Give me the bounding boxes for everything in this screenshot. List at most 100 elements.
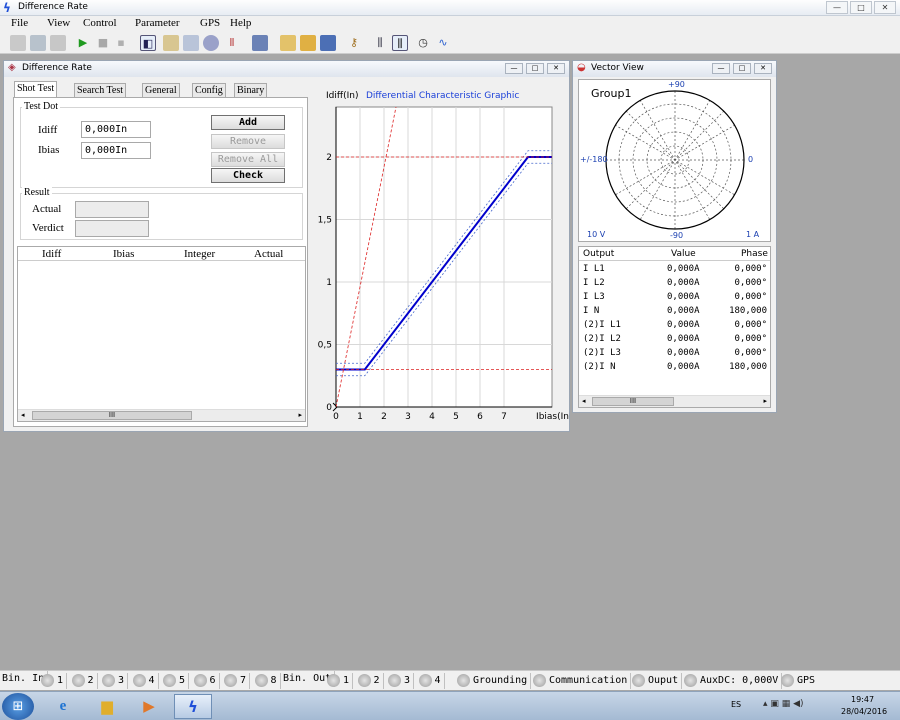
output-row-phase: 0,000° xyxy=(734,320,767,330)
idiff-input[interactable]: 0,000In xyxy=(81,121,151,138)
save-disk-icon[interactable] xyxy=(252,35,268,51)
sine-wave-icon[interactable]: ∿ xyxy=(435,35,451,51)
menu-view[interactable]: View xyxy=(47,17,70,29)
device-icon[interactable] xyxy=(30,35,46,51)
meter-icon[interactable]: Ⅱ xyxy=(224,35,240,51)
key-icon[interactable]: ⚷ xyxy=(346,35,362,51)
tab-shot-test[interactable]: Shot Test xyxy=(14,81,58,97)
probe-icon[interactable] xyxy=(50,35,66,51)
menu-gps[interactable]: GPS xyxy=(200,17,220,29)
output-indicator: Ouput xyxy=(632,673,683,689)
add-button[interactable]: Add xyxy=(211,115,285,130)
remove-button[interactable]: Remove xyxy=(211,134,285,149)
y-tick-label: 1 xyxy=(326,278,332,288)
status-bar: Bin. In 12345678 Bin. Out 1234 Grounding… xyxy=(0,670,900,690)
clock-icon[interactable]: ◷ xyxy=(415,35,431,51)
tab-config[interactable]: Config xyxy=(192,83,226,97)
bin-out-label: 3 xyxy=(404,675,411,686)
col-actual[interactable]: Actual xyxy=(254,248,283,260)
col-phase[interactable]: Phase xyxy=(741,249,768,259)
close-button[interactable]: ✕ xyxy=(874,1,896,14)
output-scroll-left-icon[interactable]: ◂ xyxy=(582,397,586,405)
clock-time[interactable]: 19:47 xyxy=(851,695,874,704)
result-label: Result xyxy=(22,187,52,198)
cursor-active-icon[interactable]: ⫼ xyxy=(392,35,408,51)
tab-general[interactable]: General xyxy=(142,83,180,97)
output-row-output: (2)I N xyxy=(583,362,616,372)
tray-icons[interactable]: ▴ ▣ ▦ ◀) xyxy=(763,699,804,709)
open-folder-icon[interactable] xyxy=(300,35,316,51)
maximize-button[interactable]: □ xyxy=(850,1,872,14)
gauge-icon[interactable] xyxy=(203,35,219,51)
phasor-diagram[interactable]: Group1 +90 -90 +/-180 0 10 V 1 A xyxy=(578,79,771,242)
bin-out-label: 2 xyxy=(373,675,380,686)
test-dot-table[interactable]: Idiff Ibias Integer Actual ◂ III ▸ xyxy=(17,246,306,422)
panel-title: Difference Rate xyxy=(22,63,92,73)
output-scrollbar[interactable]: ◂ III ▸ xyxy=(579,395,770,407)
menu-control[interactable]: Control xyxy=(83,17,117,29)
ibias-input[interactable]: 0,000In xyxy=(81,142,151,159)
scroll-right-icon[interactable]: ▸ xyxy=(298,411,302,419)
tab-binary[interactable]: Binary xyxy=(234,83,268,97)
x-tick-label: 0 xyxy=(333,412,339,422)
col-ibias[interactable]: Ibias xyxy=(113,248,134,260)
x-tick-label: 6 xyxy=(477,412,483,422)
actual-field xyxy=(75,201,149,218)
scroll-thumb[interactable]: III xyxy=(32,411,192,420)
tab-search-test[interactable]: Search Test xyxy=(74,83,127,97)
bin-in-6: 6 xyxy=(193,673,220,689)
remove-all-button[interactable]: Remove All xyxy=(211,152,285,167)
table-header: Idiff Ibias Integer Actual xyxy=(18,247,305,261)
start-button[interactable]: ⊞ xyxy=(2,693,34,720)
menu-help[interactable]: Help xyxy=(230,17,251,29)
connect-icon[interactable] xyxy=(10,35,26,51)
scroll-left-icon[interactable]: ◂ xyxy=(21,411,25,419)
col-integer[interactable]: Integer xyxy=(184,248,215,260)
menu-parameter[interactable]: Parameter xyxy=(135,17,180,29)
vector-maximize-button[interactable]: □ xyxy=(733,63,751,74)
vector-close-button[interactable]: ✕ xyxy=(754,63,772,74)
file-explorer-icon[interactable]: ▆ xyxy=(88,694,126,719)
app-title: Difference Rate xyxy=(18,2,88,12)
panel-close-button[interactable]: ✕ xyxy=(547,63,565,74)
bin-in-label: 8 xyxy=(270,675,277,686)
table-scrollbar[interactable]: ◂ III ▸ xyxy=(18,409,305,421)
clock-date[interactable]: 28/04/2016 xyxy=(841,707,887,716)
vector-minimize-button[interactable]: — xyxy=(712,63,730,74)
x-tick-label: 4 xyxy=(429,412,435,422)
output-table[interactable]: Output Value Phase I L1 0,000A 0,000° I L2 0… xyxy=(578,246,771,408)
differential-chart[interactable]: 0 1 2 3 4 5 6 7 0 0,5 1 1,5 2 Idiff(In) Differential C… xyxy=(316,87,570,429)
auxdc-indicator: AuxDC: 0,000V xyxy=(684,673,783,689)
stop-icon[interactable]: ■ xyxy=(95,35,111,51)
media-player-icon[interactable]: ▶ xyxy=(130,694,168,719)
step-back-icon[interactable]: ◧ xyxy=(140,35,156,51)
difference-rate-task[interactable]: ϟ xyxy=(174,694,212,719)
col-value[interactable]: Value xyxy=(671,249,696,259)
output-scroll-right-icon[interactable]: ▸ xyxy=(763,397,767,405)
actual-label: Actual xyxy=(32,203,62,215)
pause-icon[interactable]: ▪ xyxy=(113,35,129,51)
play-icon[interactable]: ▶ xyxy=(75,35,91,51)
language-indicator[interactable]: ES xyxy=(731,700,741,709)
check-button[interactable]: Check xyxy=(211,168,285,183)
auxdc-led xyxy=(684,673,697,687)
bin-in-label: 2 xyxy=(87,675,94,686)
ibias-label: Ibias xyxy=(38,144,60,156)
bin-in-8: 8 xyxy=(254,673,281,689)
copy-icon[interactable] xyxy=(280,35,296,51)
internet-explorer-icon[interactable]: e xyxy=(44,694,82,719)
col-idiff[interactable]: Idiff xyxy=(42,248,61,260)
save-icon[interactable] xyxy=(320,35,336,51)
col-output[interactable]: Output xyxy=(583,249,614,259)
panel-minimize-button[interactable]: — xyxy=(505,63,523,74)
minimize-button[interactable]: — xyxy=(826,1,848,14)
panel-maximize-button[interactable]: □ xyxy=(526,63,544,74)
menu-file[interactable]: File xyxy=(11,17,28,29)
bin-out-1: 1 xyxy=(327,673,354,689)
output-scroll-thumb[interactable]: III xyxy=(592,397,674,406)
cursor-icon[interactable]: ⫼ xyxy=(372,35,388,51)
list-icon[interactable] xyxy=(183,35,199,51)
bin-out-led xyxy=(357,673,371,687)
table-icon[interactable] xyxy=(163,35,179,51)
bin-in-label: 3 xyxy=(118,675,125,686)
